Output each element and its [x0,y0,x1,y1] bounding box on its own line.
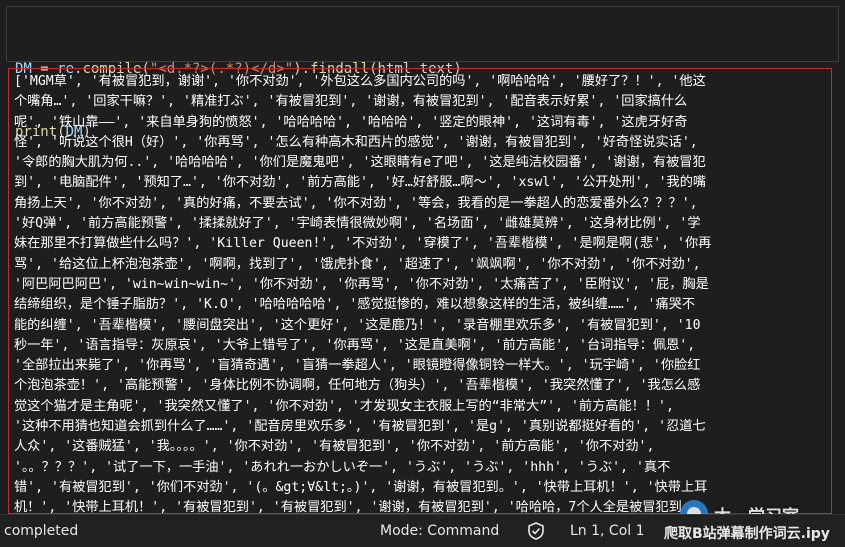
output-line: '这种不用猜也知道会抓到什么了……', '配音房里欢乐多', '有被冒犯到', … [14,419,706,435]
status-bar: completed Mode: Command Ln 1, Col 1 爬取B站… [0,514,845,547]
output-line: 能的纠缠', '吾辈楷模', '腰间盘突出', '这个更好', '这是鹿乃！',… [14,317,701,333]
output-text: ['MGM草', '有被冒犯到，谢谢', '你不对劲', '外包这么多国内公司的… [14,72,828,513]
output-line: '阿巴阿巴阿巴', 'win~win~win~', '你不对劲', '你再骂',… [14,276,709,292]
output-line: 骂', '给这位上杯泡泡茶壶', '啊啊，找到了', '饿虎扑食', '超速了'… [14,256,701,272]
output-line: 到', '电脑配件', '预知了…', '你不对劲', '前方高能', '好…好… [14,175,707,191]
output-line: '全部拉出来毙了', '你再骂', '盲猜奇遇', '盲猜一拳超人', '眼镜瞪… [14,358,701,374]
output-line: 结缔组织，是个锤子脂肪？', 'K.O', '哈哈哈哈哈', '感觉挺惨的，难以… [14,297,696,313]
output-line: 个泡泡茶壶！', '高能预警', '身体比例不协调啊，任何地方（狗头）', '吾… [14,378,701,394]
output-line: ['MGM草', '有被冒犯到，谢谢', '你不对劲', '外包这么多国内公司的… [14,74,706,89]
kernel-status: completed [4,523,79,539]
output-line: 人众', '这番贼猛', '我。。。。', '你不对劲', '有被冒犯到', '… [14,439,655,455]
output-line: '好Q弹', '前方高能预警', '揉揉就好了', '宇崎表情很微妙啊', '名… [14,216,701,232]
shield-icon[interactable] [526,521,546,541]
cursor-position[interactable]: Ln 1, Col 1 [570,523,645,539]
output-line: 角扬上天', '你不对劲', '真的好痛，不要去试', '你不对劲', '等会，… [14,195,698,211]
output-line: 呢', '铁山靠——', '来自单身狗的愤怒', '哈哈哈哈', '哈哈哈', … [14,114,688,130]
output-line: 个嘴角…', '回家干嘛？', '精准打ぶ', '有被冒犯到', '谢谢，有被冒… [14,94,688,110]
mode-indicator[interactable]: Mode: Command [380,523,499,539]
output-line: '令郎的胸大肌为何..', '哈哈哈哈', '你们是魔鬼吧', '这眼睛有e了吧… [14,155,706,171]
output-line: 妹在那里不打算做些什么吗？', 'Killer Queen!', '不对劲', … [14,236,712,252]
output-line: 怪', '听说这个很H（好）', '你再骂', '怎么有种高木和西片的感觉', … [14,134,698,150]
code-cell[interactable]: DM = re.compile("<d.*?>(.*?)</d>").finda… [6,6,839,140]
cell-output[interactable]: ['MGM草', '有被冒犯到，谢谢', '你不对劲', '外包这么多国内公司的… [8,68,832,514]
output-line: 觉这个猫才是主角呢', '我突然又懂了', '你不对劲', '才发现女主衣服上写… [14,398,674,414]
output-line: 秒一年', '语言指导：灰原哀', '大爷上错号了', '你再骂', '这是直美… [14,337,696,353]
output-line: '。。？？？', '试了一下，一手油', 'あれれ一おかしいぞ一', 'うぶ',… [14,459,671,475]
file-name[interactable]: 爬取B站弹幕制作词云.ipy [664,523,830,543]
